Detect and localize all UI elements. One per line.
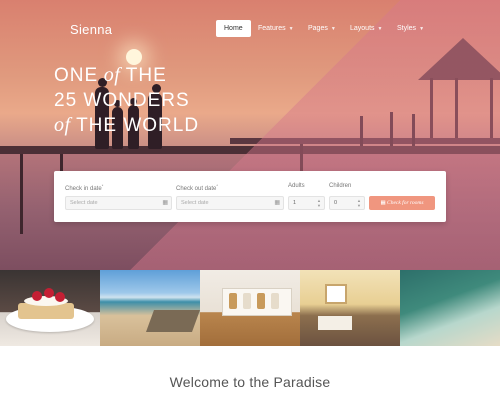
checkin-label: Check in date*	[65, 183, 104, 192]
raspberry	[32, 291, 42, 301]
nav-item-label: Layouts	[350, 25, 375, 32]
booking-form: Check in date* Select date ▦ Check out d…	[54, 171, 446, 222]
headline-line-2: 25 WONDERS	[54, 90, 190, 111]
chevron-down-icon: ▼	[377, 26, 383, 32]
nav-item-pages[interactable]: Pages ▼	[302, 20, 342, 37]
headline-line-3: of THE WORLD	[54, 114, 200, 136]
children-label: Children	[329, 183, 352, 189]
room-bed	[318, 316, 352, 330]
headline-line-1: ONE of THE	[54, 64, 167, 86]
nav-item-label: Home	[224, 25, 243, 32]
welcome-heading: Welcome to the Paradise	[169, 374, 331, 390]
nav-item-layouts[interactable]: Layouts ▼	[344, 20, 388, 37]
chevron-down-icon: ▼	[288, 26, 294, 32]
checkin-date-field[interactable]: Select date ▦	[65, 196, 172, 210]
boat	[145, 310, 200, 332]
adults-stepper[interactable]: 1 ▲ ▼	[288, 196, 325, 210]
kitchen-shelf-photo[interactable]	[200, 270, 300, 346]
nav-item-label: Features	[258, 25, 286, 32]
check-rooms-button[interactable]: ▦ Check for rooms	[369, 196, 435, 210]
beach-boat-photo[interactable]	[100, 270, 200, 346]
nav-item-label: Pages	[308, 25, 328, 32]
dessert-photo[interactable]	[0, 270, 100, 346]
adults-label: Adults	[288, 183, 305, 189]
photo-gallery	[0, 270, 500, 346]
chevron-down-icon: ▼	[330, 26, 336, 32]
children-stepper[interactable]: 0 ▲ ▼	[329, 196, 365, 210]
calendar-icon: ▦	[162, 200, 168, 206]
hotel-room-photo[interactable]	[300, 270, 400, 346]
checkout-label: Check out date*	[176, 183, 218, 192]
stepper-arrows-icon[interactable]: ▲ ▼	[317, 198, 321, 208]
site-logo[interactable]: Sienna	[70, 22, 112, 37]
nav-item-features[interactable]: Features ▼	[252, 20, 300, 37]
shelf	[222, 288, 292, 316]
calendar-icon: ▦	[274, 200, 280, 206]
chevron-down-icon: ▼	[419, 26, 425, 32]
nav-item-styles[interactable]: Styles ▼	[391, 20, 430, 37]
raspberry	[55, 292, 65, 302]
aerial-coast-photo[interactable]	[400, 270, 500, 346]
nav-item-home[interactable]: Home	[216, 20, 251, 37]
nav-item-label: Styles	[397, 25, 417, 32]
stepper-arrows-icon[interactable]: ▲ ▼	[357, 198, 361, 208]
hero-headline: ONE of THE 25 WONDERS of THE WORLD	[54, 63, 199, 138]
calendar-icon: ▦	[380, 200, 386, 206]
checkout-date-field[interactable]: Select date ▦	[176, 196, 284, 210]
room-window	[325, 284, 347, 304]
raspberry	[44, 288, 54, 298]
